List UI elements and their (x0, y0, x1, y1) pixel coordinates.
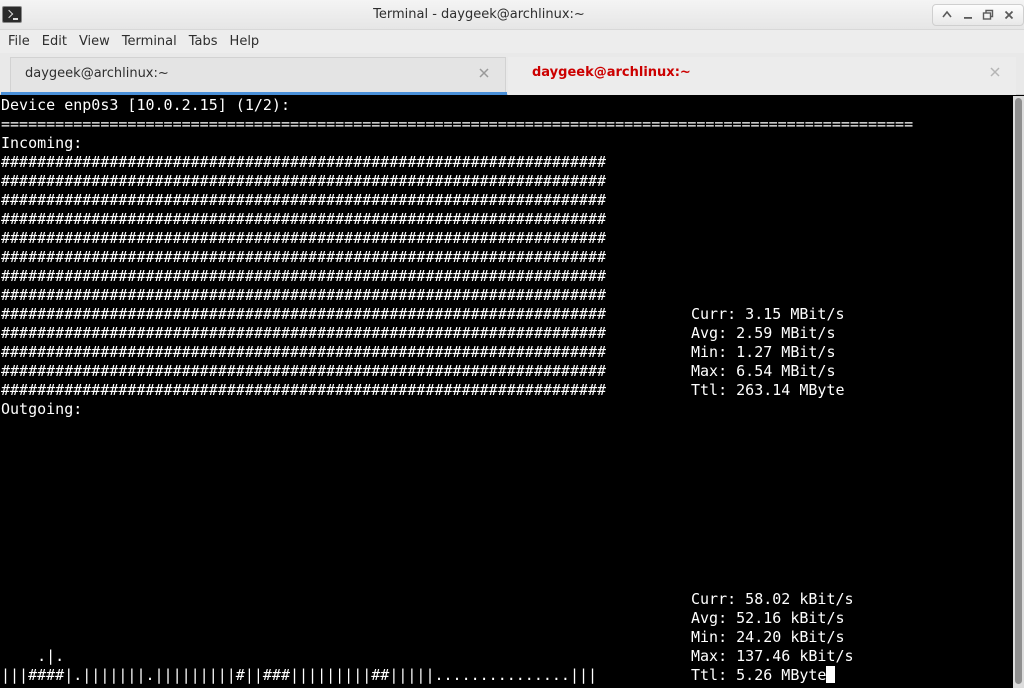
menu-file[interactable]: File (2, 30, 36, 53)
incoming-graph-row: ########################################… (1, 153, 607, 171)
tab-terminal-2[interactable]: daygeek@archlinux:~ (508, 57, 1016, 95)
active-tab-indicator (1, 92, 507, 95)
minimize-icon[interactable] (960, 7, 976, 23)
restore-icon[interactable] (980, 7, 996, 23)
arrow-up-icon[interactable] (939, 7, 955, 23)
outgoing-max: Max: 137.46 kBit/s (691, 647, 854, 665)
incoming-min: Min: 1.27 MBit/s (691, 343, 836, 361)
device-line: Device enp0s3 [10.0.2.15] (1/2): (1, 96, 290, 114)
separator-line: ========================================… (1, 115, 914, 133)
window-title: Terminal - daygeek@archlinux:~ (373, 7, 585, 22)
vertical-scrollbar[interactable] (1013, 96, 1024, 688)
window-controls (932, 4, 1024, 26)
incoming-graph-row: ########################################… (1, 191, 607, 209)
incoming-ttl: Ttl: 263.14 MByte (691, 381, 845, 399)
incoming-label: Incoming: (1, 134, 83, 152)
tab-terminal-1[interactable]: daygeek@archlinux:~ (1, 57, 507, 95)
outgoing-ttl-line: Ttl: 5.26 MByte (691, 666, 836, 685)
outgoing-graph-bottom: |||####|.|||||||.|||||||||#||###||||||||… (1, 666, 598, 684)
incoming-avg: Avg: 2.59 MBit/s (691, 324, 836, 342)
menu-view[interactable]: View (73, 30, 116, 53)
menu-tabs[interactable]: Tabs (183, 30, 224, 53)
incoming-graph-row: ########################################… (1, 210, 607, 228)
incoming-graph-row: ########################################… (1, 305, 607, 323)
incoming-graph-row: ########################################… (1, 267, 607, 285)
incoming-graph-row: ########################################… (1, 362, 607, 380)
menu-edit[interactable]: Edit (36, 30, 73, 53)
terminal-output[interactable]: Device enp0s3 [10.0.2.15] (1/2): =======… (0, 96, 1013, 688)
outgoing-curr: Curr: 58.02 kBit/s (691, 590, 854, 608)
close-icon[interactable] (1001, 7, 1017, 23)
incoming-graph-row: ########################################… (1, 286, 607, 304)
tab-label: daygeek@archlinux:~ (25, 66, 169, 81)
outgoing-ttl: Ttl: 5.26 MByte (691, 666, 827, 684)
outgoing-avg: Avg: 52.16 kBit/s (691, 609, 845, 627)
text-cursor (826, 666, 836, 683)
incoming-graph-row: ########################################… (1, 172, 607, 190)
incoming-graph-row: ########################################… (1, 343, 607, 361)
outgoing-graph-top: .|. (1, 647, 65, 665)
title-bar[interactable]: Terminal - daygeek@archlinux:~ (0, 0, 1024, 30)
tab-bar: daygeek@archlinux:~ daygeek@archlinux:~ (0, 53, 1024, 95)
close-icon[interactable] (988, 65, 1002, 79)
menu-help[interactable]: Help (224, 30, 266, 53)
menu-bar: File Edit View Terminal Tabs Help (0, 30, 1024, 53)
outgoing-label: Outgoing: (1, 400, 83, 418)
tab-label: daygeek@archlinux:~ (532, 65, 691, 80)
incoming-graph-row: ########################################… (1, 229, 607, 247)
incoming-curr: Curr: 3.15 MBit/s (691, 305, 845, 323)
incoming-graph-row: ########################################… (1, 381, 607, 399)
incoming-graph-row: ########################################… (1, 324, 607, 342)
menu-terminal[interactable]: Terminal (116, 30, 183, 53)
close-icon[interactable] (477, 66, 491, 80)
incoming-max: Max: 6.54 MBit/s (691, 362, 836, 380)
incoming-graph-row: ########################################… (1, 248, 607, 266)
scrollbar-thumb[interactable] (1015, 98, 1022, 684)
outgoing-min: Min: 24.20 kBit/s (691, 628, 845, 646)
